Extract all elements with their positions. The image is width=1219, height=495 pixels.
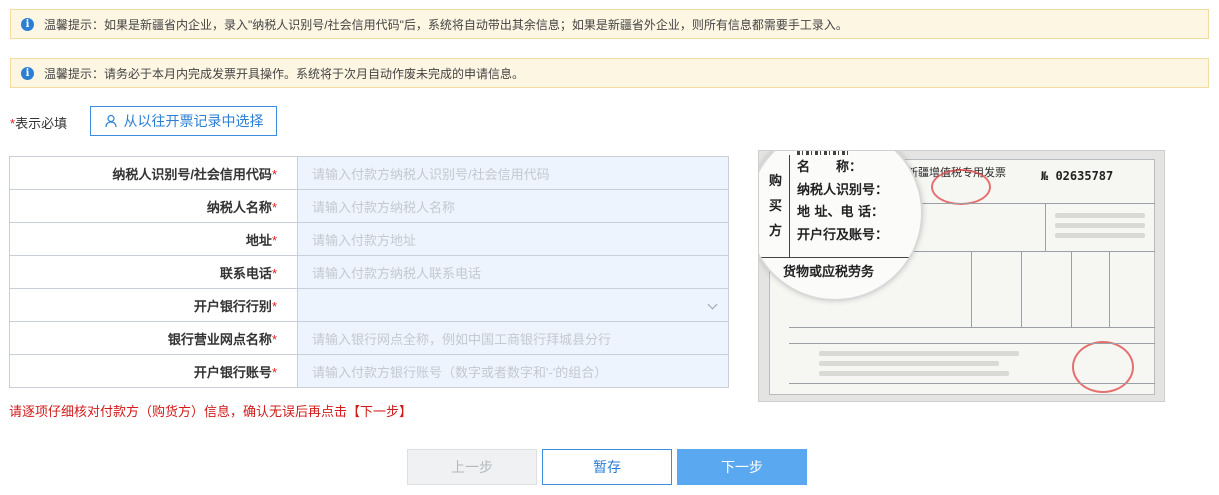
form-row-address: 地址* 请输入付款方地址 <box>9 222 729 256</box>
notice-text: 温馨提示：如果是新疆省内企业，录入"纳税人识别号/社会信用代码"后，系统将自动带… <box>44 17 848 32</box>
save-draft-button[interactable]: 暂存 <box>542 449 672 485</box>
form-row-taxpayer-name: 纳税人名称* 请输入付款方纳税人名称 <box>9 189 729 223</box>
notice-text: 温馨提示：请务必于本月内完成发票开具操作。系统将于次月自动作废未完成的申请信息。 <box>44 66 525 81</box>
taxpayer-name-label: 纳税人名称* <box>9 189 298 223</box>
invoice-buyer-label: 购买方 <box>769 174 783 239</box>
form-row-phone: 联系电话* 请输入付款方纳税人联系电话 <box>9 255 729 289</box>
form-row-bank-account: 开户银行账号* 请输入付款方银行账号（数字或者数字和'-'的组合） <box>9 354 729 388</box>
invoice-buyer-fields: 名 称： 纳税人识别号： 地 址、电 话： 开户行及账号： <box>797 160 889 243</box>
invoice-seal <box>1072 341 1134 393</box>
tax-id-label: 纳税人识别号/社会信用代码* <box>9 156 298 190</box>
form-row-tax-id: 纳税人识别号/社会信用代码* 请输入付款方纳税人识别号/社会信用代码 <box>9 156 729 190</box>
address-input[interactable]: 请输入付款方地址 <box>297 222 729 256</box>
verify-warning: 请逐项仔细核对付款方（购货方）信息，确认无误后再点击【下一步】 <box>9 404 413 419</box>
bank-type-label: 开户银行行别* <box>9 288 298 322</box>
bank-type-select[interactable] <box>297 288 729 322</box>
bank-account-label: 开户银行账号* <box>9 354 298 388</box>
invoice-goods-label: 货物或应税劳务 <box>783 265 875 280</box>
required-note-text: 表示必填 <box>15 116 68 131</box>
next-step-button[interactable]: 下一步 <box>677 449 807 485</box>
address-label: 地址* <box>9 222 298 256</box>
bank-branch-label: 银行营业网点名称* <box>9 321 298 355</box>
user-icon <box>104 114 117 128</box>
taxpayer-name-input[interactable]: 请输入付款方纳税人名称 <box>297 189 729 223</box>
notice-banner-1: i 温馨提示：如果是新疆省内企业，录入"纳税人识别号/社会信用代码"后，系统将自… <box>10 9 1209 39</box>
invoice-stamp-top <box>931 169 991 205</box>
tax-id-input[interactable]: 请输入付款方纳税人识别号/社会信用代码 <box>297 156 729 190</box>
select-from-history-button[interactable]: 从以往开票记录中选择 <box>90 106 277 136</box>
bank-account-input[interactable]: 请输入付款方银行账号（数字或者数字和'-'的组合） <box>297 354 729 388</box>
invoice-number: № 02635787 <box>1041 169 1114 183</box>
qr-code-image <box>797 151 849 155</box>
info-icon: i <box>21 66 34 80</box>
invoice-sample-image: 新疆增值税专用发票 № 02635787 购买方 名 称： 纳税人识别号： 地 … <box>758 150 1165 402</box>
form-row-bank-type: 开户银行行别* <box>9 288 729 322</box>
bank-branch-input[interactable]: 请输入银行网点全称，例如中国工商银行拜城县分行 <box>297 321 729 355</box>
history-button-label: 从以往开票记录中选择 <box>123 113 264 129</box>
phone-input[interactable]: 请输入付款方纳税人联系电话 <box>297 255 729 289</box>
info-icon: i <box>21 17 34 31</box>
form-row-bank-branch: 银行营业网点名称* 请输入银行网点全称，例如中国工商银行拜城县分行 <box>9 321 729 355</box>
required-note: *表示必填 <box>10 113 67 132</box>
payer-info-form: 纳税人识别号/社会信用代码* 请输入付款方纳税人识别号/社会信用代码 纳税人名称… <box>9 156 729 388</box>
notice-banner-2: i 温馨提示：请务必于本月内完成发票开具操作。系统将于次月自动作废未完成的申请信… <box>10 58 1209 88</box>
prev-step-button[interactable]: 上一步 <box>407 449 537 485</box>
phone-label: 联系电话* <box>9 255 298 289</box>
chevron-down-icon <box>707 299 718 310</box>
